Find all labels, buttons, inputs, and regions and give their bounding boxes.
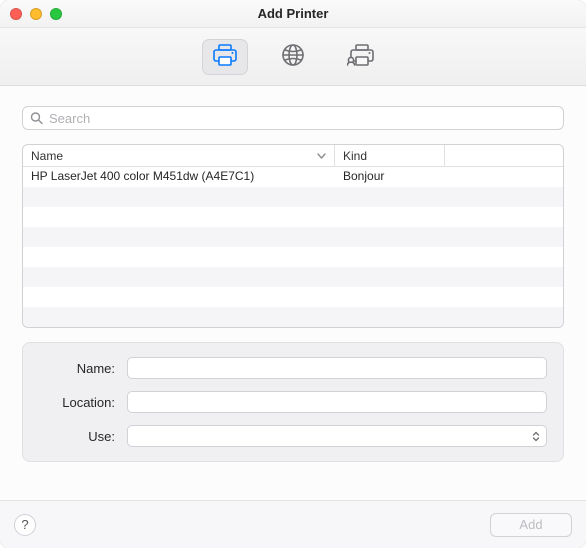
column-header-name[interactable]: Name bbox=[23, 145, 335, 166]
list-item-name bbox=[23, 287, 335, 307]
toolbar bbox=[0, 28, 586, 86]
list-item-name bbox=[23, 227, 335, 247]
tab-ip-printer[interactable] bbox=[270, 39, 316, 75]
list-item[interactable] bbox=[23, 287, 563, 307]
list-item-kind bbox=[335, 247, 445, 267]
add-printer-window: Add Printer bbox=[0, 0, 586, 548]
printer-share-icon bbox=[347, 44, 375, 69]
add-button[interactable]: Add bbox=[490, 513, 572, 537]
column-header-kind[interactable]: Kind bbox=[335, 145, 445, 166]
window-title: Add Printer bbox=[0, 0, 586, 28]
list-item-kind bbox=[335, 227, 445, 247]
list-item[interactable] bbox=[23, 187, 563, 207]
list-item[interactable] bbox=[23, 307, 563, 327]
list-item-name bbox=[23, 187, 335, 207]
list-body: HP LaserJet 400 color M451dw (A4E7C1) Bo… bbox=[23, 167, 563, 327]
add-button-label: Add bbox=[519, 517, 542, 532]
tab-windows-printer[interactable] bbox=[338, 39, 384, 75]
list-item[interactable] bbox=[23, 207, 563, 227]
list-item-name bbox=[23, 307, 335, 327]
chevron-down-icon bbox=[317, 153, 326, 159]
list-item-name bbox=[23, 267, 335, 287]
form-row-use: Use: bbox=[39, 425, 547, 447]
help-button[interactable]: ? bbox=[14, 514, 36, 536]
list-item-kind bbox=[335, 307, 445, 327]
titlebar: Add Printer bbox=[0, 0, 586, 28]
form-label-use: Use: bbox=[39, 429, 115, 444]
select-caret-icon bbox=[532, 431, 540, 442]
form-row-name: Name: bbox=[39, 357, 547, 379]
printers-list: Name Kind HP LaserJet 400 color M451dw (… bbox=[22, 144, 564, 328]
traffic-lights bbox=[10, 0, 62, 28]
list-item[interactable] bbox=[23, 267, 563, 287]
column-header-kind-label: Kind bbox=[343, 149, 367, 163]
form-label-location: Location: bbox=[39, 395, 115, 410]
list-item-name bbox=[23, 207, 335, 227]
globe-icon bbox=[281, 43, 305, 70]
details-panel: Name: Location: Use: bbox=[22, 342, 564, 462]
list-item-kind bbox=[335, 207, 445, 227]
use-select[interactable] bbox=[127, 425, 547, 447]
list-header: Name Kind bbox=[23, 145, 563, 167]
zoom-window-button[interactable] bbox=[50, 8, 62, 20]
list-item[interactable]: HP LaserJet 400 color M451dw (A4E7C1) Bo… bbox=[23, 167, 563, 187]
footer: ? Add bbox=[0, 500, 586, 548]
search-icon bbox=[30, 112, 43, 125]
tab-default-printer[interactable] bbox=[202, 39, 248, 75]
column-header-name-label: Name bbox=[31, 149, 63, 163]
search-field-wrapper bbox=[22, 106, 564, 130]
column-header-spacer bbox=[445, 145, 563, 166]
help-icon: ? bbox=[21, 517, 28, 532]
printer-type-segment bbox=[202, 39, 384, 75]
list-item-kind bbox=[335, 287, 445, 307]
minimize-window-button[interactable] bbox=[30, 8, 42, 20]
list-item-kind bbox=[335, 267, 445, 287]
printer-local-icon bbox=[212, 44, 238, 69]
list-item-name bbox=[23, 247, 335, 267]
content-area: Name Kind HP LaserJet 400 color M451dw (… bbox=[0, 86, 586, 500]
list-item-name: HP LaserJet 400 color M451dw (A4E7C1) bbox=[23, 167, 335, 187]
form-row-location: Location: bbox=[39, 391, 547, 413]
list-item-kind bbox=[335, 187, 445, 207]
search-input[interactable] bbox=[22, 106, 564, 130]
list-item-kind: Bonjour bbox=[335, 167, 445, 187]
location-field[interactable] bbox=[127, 391, 547, 413]
list-item[interactable] bbox=[23, 247, 563, 267]
form-label-name: Name: bbox=[39, 361, 115, 376]
list-item[interactable] bbox=[23, 227, 563, 247]
close-window-button[interactable] bbox=[10, 8, 22, 20]
name-field[interactable] bbox=[127, 357, 547, 379]
